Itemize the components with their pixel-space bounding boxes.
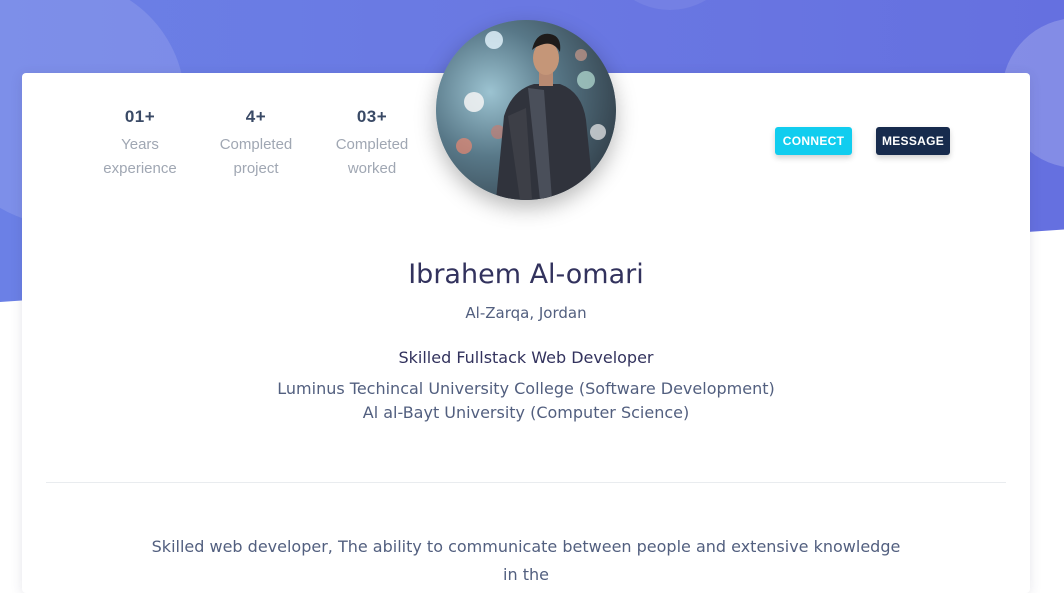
profile-name: Ibrahem Al-omari [408, 259, 644, 290]
section-divider [46, 482, 1006, 483]
stat-value: 4+ [245, 107, 267, 126]
stat-value: 01+ [124, 107, 156, 126]
decorative-circle [600, 0, 740, 10]
stat-label: worked [347, 160, 397, 177]
education-item: Al al-Bayt University (Computer Science) [362, 403, 690, 422]
stat-label: project [233, 160, 279, 177]
stat-years-experience: 01+ Years experience [82, 107, 198, 181]
stat-label: Completed [219, 136, 293, 153]
profile-bio: Skilled web developer, The ability to co… [151, 537, 901, 584]
stat-completed-project: 4+ Completed project [198, 107, 314, 181]
stat-value: 03+ [356, 107, 388, 126]
profile-identity: Ibrahem Al-omari Al-Zarqa, Jordan Skille… [22, 259, 1030, 425]
profile-stats: 01+ Years experience 4+ Completed projec… [82, 107, 430, 181]
message-button[interactable]: MESSAGE [876, 127, 950, 155]
education-item: Luminus Techincal University College (So… [277, 379, 775, 398]
profile-education: Luminus Techincal University College (So… [22, 377, 1030, 425]
stat-completed-worked: 03+ Completed worked [314, 107, 430, 181]
connect-button[interactable]: CONNECT [775, 127, 852, 155]
profile-photo-icon [436, 20, 616, 200]
stat-label: Completed [335, 136, 409, 153]
profile-job-title: Skilled Fullstack Web Developer [398, 348, 654, 367]
avatar[interactable] [436, 20, 616, 200]
stat-label: experience [103, 160, 177, 177]
profile-location: Al-Zarqa, Jordan [465, 304, 587, 322]
stat-label: Years [121, 136, 159, 153]
